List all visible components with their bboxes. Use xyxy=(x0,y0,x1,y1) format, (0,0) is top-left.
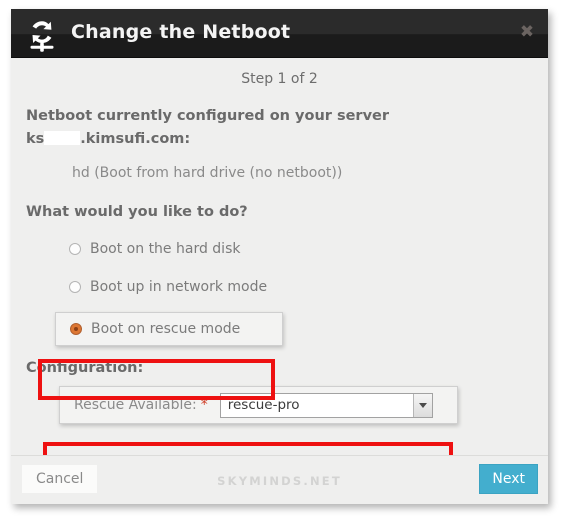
radio-option-boot-hard-disk[interactable]: Boot on the hard disk xyxy=(69,233,489,265)
configuration-heading: Configuration: xyxy=(26,360,144,376)
server-name-suffix: .kimsufi.com: xyxy=(80,131,191,147)
server-name-prefix: ks xyxy=(26,131,45,147)
netboot-option-group: Boot on the hard disk Boot up in network… xyxy=(55,233,489,346)
netboot-refresh-icon xyxy=(22,14,62,54)
screenshot-root: Change the Netboot ✖ Step 1 of 2 Netboot… xyxy=(0,0,566,517)
radio-option-label: Boot on the hard disk xyxy=(90,241,241,257)
rescue-available-select[interactable]: rescue-pro xyxy=(219,392,433,418)
chevron-down-icon[interactable] xyxy=(412,393,432,417)
dialog-body: Step 1 of 2 Netboot currently configured… xyxy=(11,58,548,490)
redaction-block xyxy=(44,131,81,145)
select-selected-value: rescue-pro xyxy=(227,396,300,413)
change-netboot-dialog: Change the Netboot ✖ Step 1 of 2 Netboot… xyxy=(11,9,548,504)
current-netboot-value: hd (Boot from hard drive (no netboot)) xyxy=(72,165,343,181)
netboot-current-description: Netboot currently configured on your ser… xyxy=(26,105,486,151)
intro-line-1: Netboot currently configured on your ser… xyxy=(26,108,390,124)
required-asterisk: * xyxy=(200,397,208,413)
rescue-available-label: Rescue Available: xyxy=(74,397,197,413)
radio-option-boot-rescue-mode[interactable]: Boot on rescue mode xyxy=(55,312,283,346)
radio-option-label: Boot on rescue mode xyxy=(91,321,241,337)
question-heading: What would you like to do? xyxy=(26,204,248,220)
close-icon[interactable]: ✖ xyxy=(516,21,538,43)
step-indicator: Step 1 of 2 xyxy=(241,71,318,87)
configuration-panel: Rescue Available: * rescue-pro xyxy=(59,386,458,424)
dialog-titlebar: Change the Netboot ✖ xyxy=(11,9,548,58)
dialog-title: Change the Netboot xyxy=(71,21,291,43)
radio-icon[interactable] xyxy=(69,281,81,293)
radio-icon[interactable] xyxy=(70,323,82,335)
dialog-footer: Cancel SKYMINDS.NET Next xyxy=(11,455,548,504)
cancel-button[interactable]: Cancel xyxy=(21,464,99,494)
next-button[interactable]: Next xyxy=(479,464,538,494)
radio-option-boot-network-mode[interactable]: Boot up in network mode xyxy=(69,271,489,303)
radio-icon[interactable] xyxy=(69,243,81,255)
radio-option-label: Boot up in network mode xyxy=(90,279,268,295)
